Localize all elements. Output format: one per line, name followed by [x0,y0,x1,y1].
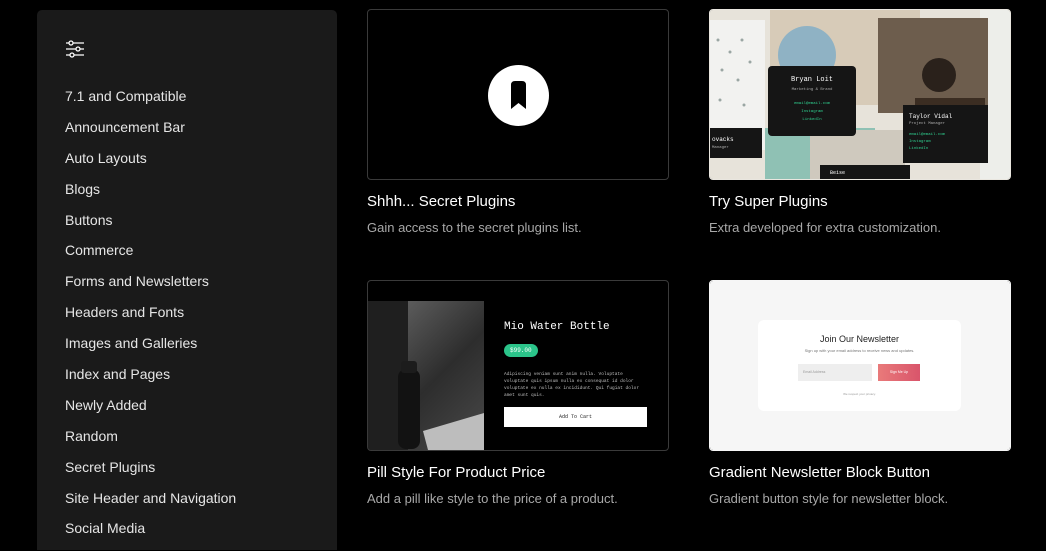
newsletter-preview: Join Our Newsletter Sign up with your em… [710,281,1010,450]
category-list: 7.1 and Compatible Announcement Bar Auto… [65,88,236,551]
profile-name: ovacks [712,136,734,143]
profile-role: Marketing & Brand [791,88,833,92]
category-sidebar: 7.1 and Compatible Announcement Bar Auto… [37,10,337,550]
card-title[interactable]: Try Super Plugins [709,193,828,210]
newsletter-subheading: Sign up with your email address to recei… [804,348,915,353]
card-thumbnail[interactable] [367,9,669,180]
privacy-note: We respect your privacy. [843,392,876,396]
category-item[interactable]: Announcement Bar [65,119,236,150]
category-item[interactable]: Buttons [65,212,236,243]
card-description: Add a pill like style to the price of a … [367,491,618,506]
category-item[interactable]: Commerce [65,242,236,273]
card-thumbnail[interactable]: Mio Water Bottle $99.00 Adipiscing venia… [367,280,669,451]
profile-link: Instagram [909,140,931,144]
profile-cards-preview: Bryan Loit Marketing & Brand email@email… [710,10,1010,179]
profile-link: email@email.com [793,102,830,106]
product-name: Mio Water Bottle [504,321,610,333]
card-title[interactable]: Gradient Newsletter Block Button [709,464,930,481]
profile-card-partial: ovacks Manager [710,128,762,158]
category-item[interactable]: Site Header and Navigation [65,490,236,521]
category-item[interactable]: Secret Plugins [65,459,236,490]
card-thumbnail[interactable]: Bryan Loit Marketing & Brand email@email… [709,9,1011,180]
card-description: Extra developed for extra customization. [709,220,941,235]
profile-role: Project Manager [909,122,946,126]
signup-button: Sign Me Up [878,364,920,381]
category-item[interactable]: 7.1 and Compatible [65,88,236,119]
category-item[interactable]: Images and Galleries [65,335,236,366]
profile-card-bryan: Bryan Loit Marketing & Brand email@email… [768,66,856,136]
category-item[interactable]: Social Media [65,520,236,551]
card-title[interactable]: Pill Style For Product Price [367,464,545,481]
profile-name: Bryan Loit [790,76,833,84]
category-item[interactable]: Newly Added [65,397,236,428]
profile-link: email@email.com [909,133,946,137]
profile-link: LinkedIn [802,118,822,122]
card-description: Gradient button style for newsletter blo… [709,491,949,506]
category-item[interactable]: Random [65,428,236,459]
newsletter-block: Join Our Newsletter Sign up with your em… [758,320,961,411]
category-item[interactable]: Blogs [65,181,236,212]
profile-link: Instagram [801,110,823,114]
add-to-cart-button: Add To Cart [504,407,647,427]
sliders-icon[interactable] [65,40,85,58]
product-description: Adipiscing veniam sunt anim nulla. Volup… [504,372,640,398]
card-thumbnail[interactable]: Join Our Newsletter Sign up with your em… [709,280,1011,451]
product-photo [368,301,484,450]
card-description: Gain access to the secret plugins list. [367,220,582,235]
category-item[interactable]: Index and Pages [65,366,236,397]
email-field: Email Address [798,364,872,381]
newsletter-heading: Join Our Newsletter [819,334,900,344]
profile-link: LinkedIn [909,147,929,151]
profile-card-taylor: Taylor Vidal Project Manager email@email… [903,105,988,163]
price-pill: $99.00 [504,344,538,357]
profile-name: Taylor Vidal [909,113,953,120]
bookmark-badge-icon [488,65,549,126]
profile-name: Beise [830,170,846,176]
profile-role: Manager [712,146,729,150]
category-item[interactable]: Auto Layouts [65,150,236,181]
category-item[interactable]: Forms and Newsletters [65,273,236,304]
category-item[interactable]: Headers and Fonts [65,304,236,335]
card-title[interactable]: Shhh... Secret Plugins [367,193,515,210]
